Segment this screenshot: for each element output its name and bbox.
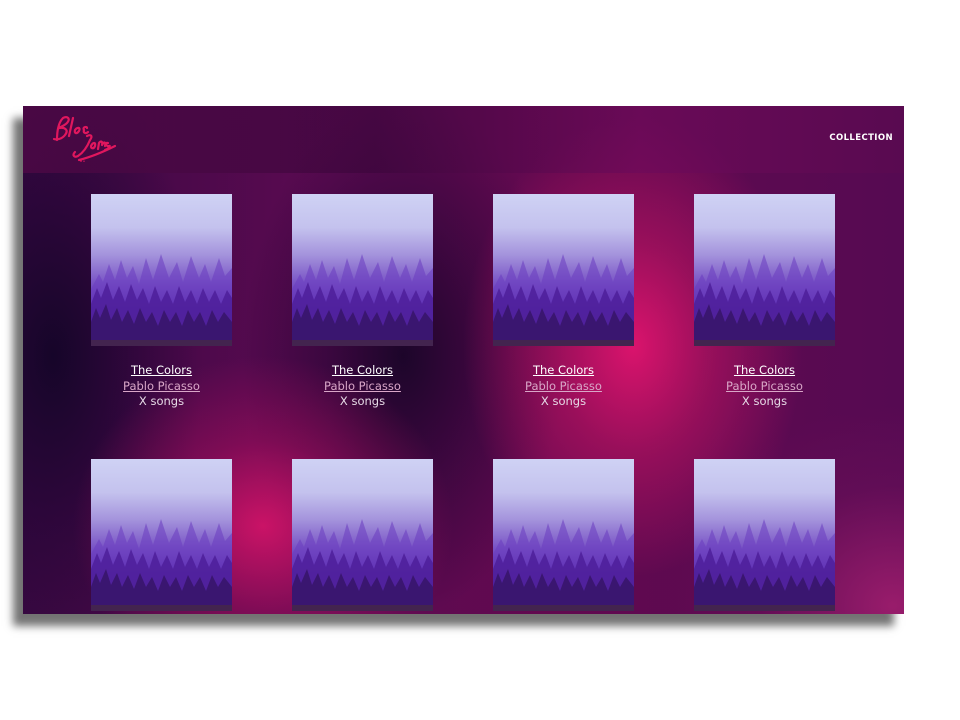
album-card: The Colors Pablo Picasso X songs xyxy=(694,194,835,410)
album-cover[interactable] xyxy=(91,194,232,346)
forest-image xyxy=(91,519,232,611)
album-title-link[interactable]: The Colors xyxy=(91,363,232,379)
album-card xyxy=(91,459,232,611)
forest-image xyxy=(292,519,433,611)
album-card xyxy=(493,459,634,611)
nav-collection-link[interactable]: COLLECTION xyxy=(829,133,893,143)
logo-mark xyxy=(52,116,117,162)
album-artist-link[interactable]: Pablo Picasso xyxy=(91,379,232,395)
top-navbar: COLLECTION xyxy=(23,106,904,173)
album-cover[interactable] xyxy=(493,459,634,611)
album-artist-link[interactable]: Pablo Picasso xyxy=(493,379,634,395)
forest-image xyxy=(91,254,232,346)
forest-image xyxy=(694,254,835,346)
album-cover[interactable] xyxy=(91,459,232,611)
album-card: The Colors Pablo Picasso X songs xyxy=(91,194,232,410)
forest-image xyxy=(493,519,634,611)
album-title-link[interactable]: The Colors xyxy=(292,363,433,379)
album-card xyxy=(694,459,835,611)
album-song-count: X songs xyxy=(540,394,587,408)
album-title-link[interactable]: The Colors xyxy=(694,363,835,379)
album-card: The Colors Pablo Picasso X songs xyxy=(292,194,433,410)
album-cover[interactable] xyxy=(292,194,433,346)
album-cover[interactable] xyxy=(694,459,835,611)
bloc-jams-logo[interactable] xyxy=(47,112,117,164)
album-song-count: X songs xyxy=(741,394,788,408)
app-window: COLLECTION The Colors Pablo Picasso X so… xyxy=(23,106,904,614)
album-card: The Colors Pablo Picasso X songs xyxy=(493,194,634,410)
album-card xyxy=(292,459,433,611)
album-artist-link[interactable]: Pablo Picasso xyxy=(694,379,835,395)
album-cover[interactable] xyxy=(694,194,835,346)
album-song-count: X songs xyxy=(339,394,386,408)
album-title-link[interactable]: The Colors xyxy=(493,363,634,379)
album-artist-link[interactable]: Pablo Picasso xyxy=(292,379,433,395)
forest-image xyxy=(292,254,433,346)
album-cover[interactable] xyxy=(292,459,433,611)
forest-image xyxy=(694,519,835,611)
forest-image xyxy=(493,254,634,346)
album-song-count: X songs xyxy=(138,394,185,408)
album-cover[interactable] xyxy=(493,194,634,346)
